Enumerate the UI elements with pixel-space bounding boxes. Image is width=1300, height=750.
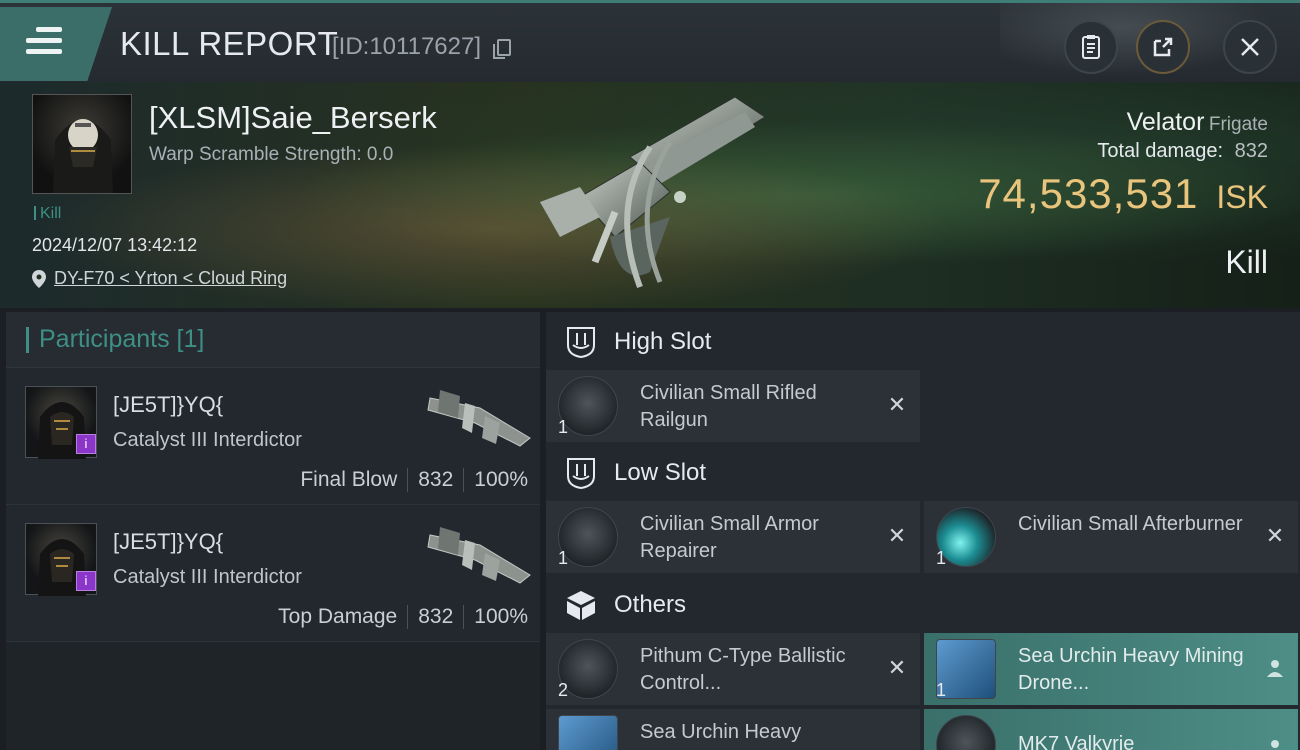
participants-label: Participants [1] [39,325,205,353]
item-quantity: 1 [558,548,569,568]
report-result: Kill [1225,244,1268,280]
item-name: Sea Urchin Heavy Mining Drone... [1018,645,1244,694]
share-button[interactable] [1136,20,1190,74]
security-badge: i [76,434,96,454]
security-badge: i [76,571,96,591]
module-card[interactable]: 2 Pithum C-Type Ballistic Control... ✕ [546,633,920,705]
item-name: Pithum C-Type Ballistic Control... [640,645,846,694]
page-title: KILL REPORT [120,25,339,62]
valkyrie-drone-icon [936,715,996,750]
participant-ship-icon [427,527,531,584]
high-slot-label: High Slot [614,328,712,355]
fitting-panel: High Slot 1 Civilian Small Rifled Railgu… [546,312,1300,750]
high-slot-icon [567,327,595,359]
clipboard-button[interactable] [1064,20,1118,74]
close-button[interactable] [1223,20,1277,74]
participant-role: Final Blow [300,468,398,491]
copy-icon[interactable] [493,39,511,59]
participant-name: [JE5T]}YQ{ [113,529,224,554]
kill-timestamp: 2024/12/07 13:42:12 [32,235,198,255]
location-pin-icon [32,269,46,288]
others-label: Others [614,591,687,618]
participant-damage: 832 [418,605,454,628]
item-quantity: 1 [558,417,569,437]
person-icon [1271,740,1279,748]
warp-scramble-strength: Warp Scramble Strength: 0.0 [149,144,394,165]
participant-percent: 100% [474,605,528,628]
module-card[interactable]: 1 Civilian Small Rifled Railgun ✕ [546,370,920,442]
drone-card[interactable]: 1 Sea Urchin Heavy Mining Drone... [924,633,1298,705]
isk-value: 74,533,531 ISK [978,170,1268,218]
isk-amount: 74,533,531 [978,170,1199,217]
ship-name: Velator [1126,108,1205,136]
participant-row[interactable]: i [JE5T]}YQ{ Catalyst III Interdictor To… [6,505,540,642]
victim-ship-type: Velator Frigate [1127,108,1268,137]
low-slot-label: Low Slot [614,459,707,486]
pilot-portrait-icon [53,119,113,193]
low-slot-icon [567,458,595,490]
person-icon [1267,660,1283,677]
participant-ship: Catalyst III Interdictor [113,429,302,451]
item-name: MK7 Valkyrie [1018,733,1135,750]
destroyed-icon: ✕ [887,655,907,680]
location-link[interactable]: DY-F70 < Yrton < Cloud Ring [54,268,287,289]
participant-damage: 832 [418,468,454,491]
participant-name: [JE5T]}YQ{ [113,392,224,417]
victim-name: [XLSM]Saie_Berserk [149,100,437,135]
victim-avatar[interactable] [32,94,132,194]
mining-drone-icon [558,715,618,750]
cargo-box-icon [567,591,595,620]
divider [407,605,409,629]
participants-header: Participants [1] [6,312,540,368]
participant-stats: Top Damage 832 100% [278,605,528,629]
participant-ship-icon [427,390,531,447]
participants-panel: Participants [1] i [JE5T]}YQ{ Catalyst I… [6,312,540,750]
section-accent-bar [26,326,29,353]
kill-tag: Kill [34,205,61,223]
clipboard-icon [1082,35,1100,59]
destroyed-icon: ✕ [887,523,907,548]
menu-button[interactable] [0,7,112,81]
participant-ship: Catalyst III Interdictor [113,566,302,588]
item-quantity: 1 [936,680,947,700]
participant-row[interactable]: i [JE5T]}YQ{ Catalyst III Interdictor Fi… [6,368,540,505]
low-slot-header: Low Slot [546,445,1300,501]
high-slot-header: High Slot [546,314,1300,370]
item-quantity: 2 [558,680,569,700]
drone-card[interactable]: MK7 Valkyrie [924,709,1298,750]
item-name: Civilian Small Armor Repairer [640,513,819,562]
divider [463,605,465,629]
divider [463,468,465,492]
report-id: [ID:10117627] [332,33,482,60]
close-icon [1241,38,1259,56]
ship-class: Frigate [1208,114,1268,135]
destroyed-icon: ✕ [887,392,907,417]
module-card[interactable]: Sea Urchin Heavy [546,709,920,750]
hamburger-icon [26,27,62,60]
item-quantity: 1 [936,548,947,568]
others-header: Others [546,577,1300,633]
module-card[interactable]: 1 Civilian Small Afterburner ✕ [924,501,1298,573]
item-name: Sea Urchin Heavy [640,721,802,743]
total-damage-label: Total damage: [1097,140,1224,162]
victim-banner: [XLSM]Saie_Berserk Warp Scramble Strengt… [0,82,1300,308]
kill-location[interactable]: DY-F70 < Yrton < Cloud Ring [32,268,287,289]
destroyed-icon: ✕ [1265,523,1285,548]
participant-percent: 100% [474,468,528,491]
item-name: Civilian Small Afterburner [1018,513,1243,535]
divider [407,468,409,492]
item-name: Civilian Small Rifled Railgun [640,382,817,431]
participant-role: Top Damage [278,605,398,628]
isk-unit: ISK [1216,179,1268,215]
victim-ship-render [540,96,766,289]
participant-stats: Final Blow 832 100% [300,468,528,492]
total-damage-value: 832 [1234,140,1268,162]
module-card[interactable]: 1 Civilian Small Armor Repairer ✕ [546,501,920,573]
share-icon [1153,37,1173,57]
total-damage: Total damage: 832 [1097,140,1268,163]
top-bar: KILL REPORT [ID:10117627] [0,0,1300,85]
